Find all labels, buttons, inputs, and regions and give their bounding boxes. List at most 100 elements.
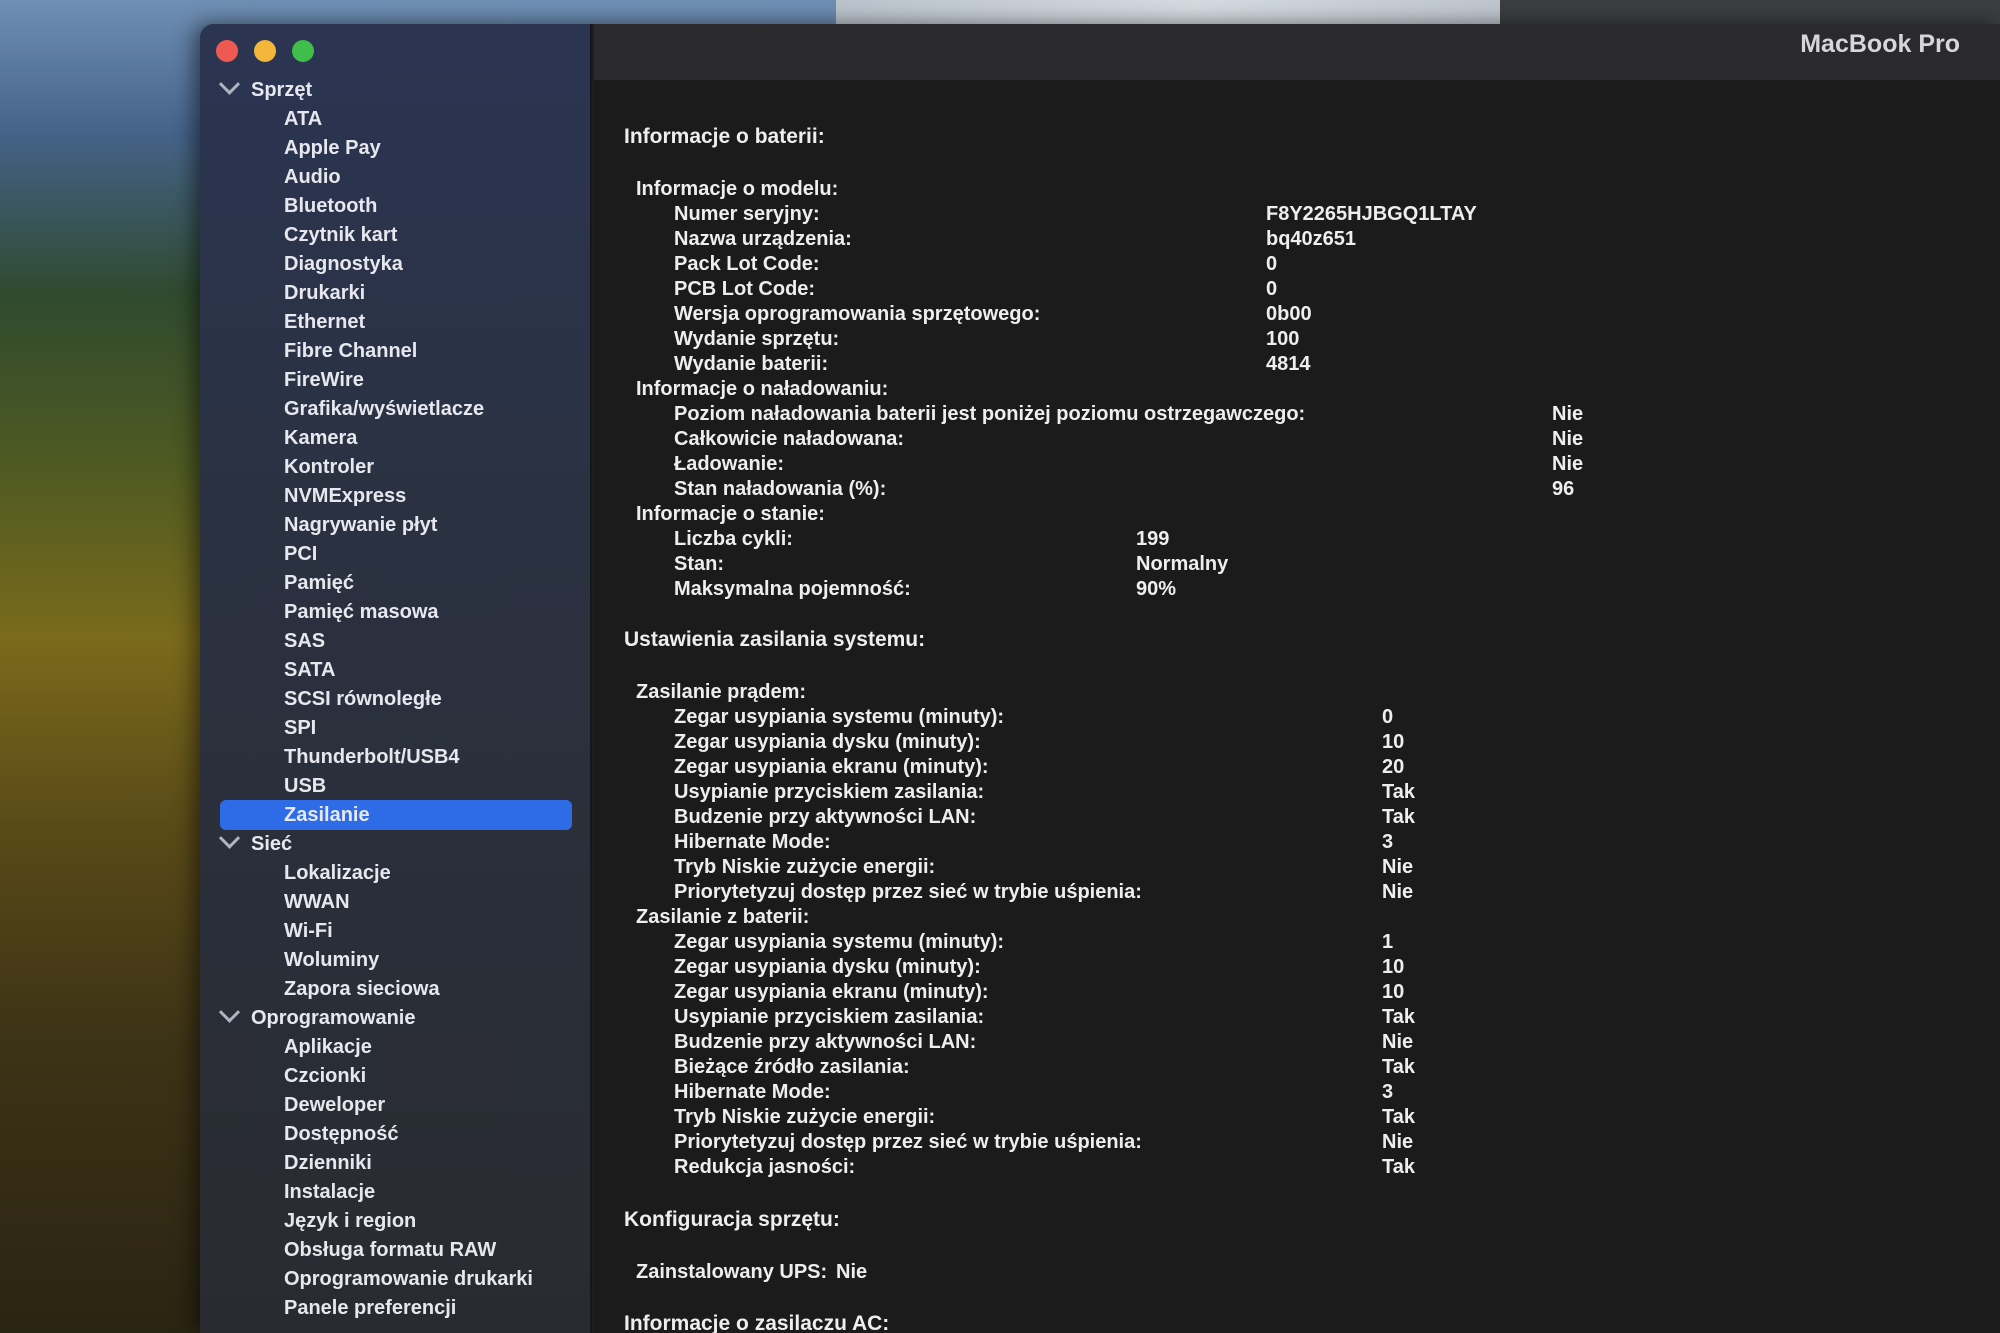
info-key: Całkowicie naładowana: (674, 428, 905, 450)
chevron-down-icon[interactable] (218, 1001, 241, 1023)
sidebar-item[interactable]: Deweloper (284, 1091, 385, 1119)
sidebar-item[interactable]: SPI (284, 714, 316, 742)
sidebar-item[interactable]: Kamera (284, 424, 357, 452)
close-window-button[interactable] (216, 40, 238, 62)
info-value: 0 (1266, 253, 1278, 275)
subsection-label: Informacje o modelu: (636, 178, 839, 200)
info-value: 0 (1382, 706, 1394, 728)
info-value: 20 (1382, 756, 1405, 778)
sidebar-item[interactable]: Dzienniki (284, 1149, 372, 1177)
sidebar-item[interactable]: Oprogramowanie drukarki (284, 1265, 533, 1293)
sidebar-item[interactable]: Lokalizacje (284, 859, 391, 887)
sidebar-item[interactable]: SATA (284, 656, 335, 684)
info-value: 10 (1382, 956, 1405, 978)
info-value: 199 (1136, 528, 1170, 550)
info-value: Normalny (1136, 553, 1229, 575)
info-value: 4814 (1266, 353, 1311, 375)
sidebar-item[interactable]: Drukarki (284, 279, 365, 307)
info-value: F8Y2265HJBGQ1LTAY (1266, 203, 1477, 225)
sidebar-group-0[interactable]: Sprzęt (218, 73, 312, 104)
info-value: 1 (1382, 931, 1394, 953)
sidebar-item[interactable]: Panele preferencji (284, 1294, 456, 1322)
sidebar-item[interactable]: Thunderbolt/USB4 (284, 743, 460, 771)
sidebar-item[interactable]: Kontroler (284, 453, 374, 481)
info-value: 10 (1382, 981, 1405, 1003)
sidebar-item[interactable]: ATA (284, 105, 322, 133)
sidebar-group-1[interactable]: Sieć (218, 827, 293, 858)
sidebar-item[interactable]: Aplikacje (284, 1033, 372, 1061)
info-key: Hibernate Mode: (674, 831, 831, 853)
info-key: Maksymalna pojemność: (674, 578, 911, 600)
info-key: Tryb Niskie zużycie energii: (674, 856, 936, 878)
sidebar-item[interactable]: Dostępność (284, 1120, 398, 1148)
sidebar-item[interactable]: Instalacje (284, 1178, 375, 1206)
sidebar-item[interactable]: WWAN (284, 888, 350, 916)
info-key: Zegar usypiania systemu (minuty): (674, 706, 1005, 728)
sidebar-item[interactable]: Diagnostyka (284, 250, 403, 278)
window-title: MacBook Pro (1800, 30, 1960, 58)
info-value: 0b00 (1266, 303, 1312, 325)
info-key: Priorytetyzuj dostęp przez sieć w trybie… (674, 881, 1142, 903)
sidebar-item[interactable]: PCI (284, 540, 317, 568)
sidebar-item[interactable]: Audio (284, 163, 341, 191)
sidebar-item[interactable]: Grafika/wyświetlacze (284, 395, 484, 423)
info-value: Tak (1382, 1106, 1415, 1128)
info-value: Nie (836, 1261, 868, 1283)
info-key: Stan naładowania (%): (674, 478, 887, 500)
info-key: Numer seryjny: (674, 203, 820, 225)
sidebar-item[interactable]: Zasilanie (284, 801, 370, 829)
info-key: PCB Lot Code: (674, 278, 816, 300)
info-key: Tryb Niskie zużycie energii: (674, 1106, 936, 1128)
sidebar-item[interactable]: FireWire (284, 366, 364, 394)
section-heading: Konfiguracja sprzętu: (624, 1208, 840, 1231)
subsection-label: Informacje o stanie: (636, 503, 825, 525)
info-value: Tak (1382, 781, 1415, 803)
minimize-window-button[interactable] (254, 40, 276, 62)
info-key: Redukcja jasności: (674, 1156, 856, 1178)
info-key: Usypianie przyciskiem zasilania: (674, 781, 985, 803)
info-key: Zegar usypiania dysku (minuty): (674, 956, 981, 978)
info-key: Zegar usypiania dysku (minuty): (674, 731, 981, 753)
info-value: Tak (1382, 1006, 1415, 1028)
chevron-down-icon[interactable] (218, 73, 241, 95)
sidebar-item[interactable]: Pamięć (284, 569, 354, 597)
info-value: Nie (1382, 1131, 1414, 1153)
subsection-label: Zasilanie z baterii: (636, 906, 810, 928)
sidebar-item[interactable]: Bluetooth (284, 192, 377, 220)
sidebar-item[interactable]: Obsługa formatu RAW (284, 1236, 496, 1264)
info-key: Liczba cykli: (674, 528, 793, 550)
sidebar: Sprzęt ATA Apple Pay Audio Bluetooth Czytnik … (200, 24, 592, 1333)
info-value: 100 (1266, 328, 1300, 350)
sidebar-item[interactable]: Język i region (284, 1207, 416, 1235)
info-value: Nie (1382, 856, 1414, 878)
info-value: Nie (1382, 881, 1414, 903)
info-key: Zegar usypiania systemu (minuty): (674, 931, 1005, 953)
sidebar-item[interactable]: Pamięć masowa (284, 598, 439, 626)
sidebar-item[interactable]: SCSI równoległe (284, 685, 442, 713)
sidebar-item[interactable]: Apple Pay (284, 134, 381, 162)
info-key: Budzenie przy aktywności LAN: (674, 1031, 977, 1053)
sidebar-item[interactable]: Czcionki (284, 1062, 366, 1090)
info-key: Pack Lot Code: (674, 253, 820, 275)
info-value: 10 (1382, 731, 1405, 753)
system-information-window: Sprzęt ATA Apple Pay Audio Bluetooth Czytnik … (200, 24, 2000, 1333)
sidebar-group-2[interactable]: Oprogramowanie (218, 1001, 415, 1032)
sidebar-item[interactable]: NVMExpress (284, 482, 406, 510)
sidebar-item[interactable]: SAS (284, 627, 325, 655)
info-key: Bieżące źródło zasilania: (674, 1056, 910, 1078)
sidebar-item[interactable]: Woluminy (284, 946, 379, 974)
info-value: 0 (1266, 278, 1278, 300)
sidebar-item[interactable]: Nagrywanie płyt (284, 511, 437, 539)
sidebar-item[interactable]: Zapora sieciowa (284, 975, 440, 1003)
sidebar-item[interactable]: Ethernet (284, 308, 365, 336)
sidebar-group-label: Sieć (251, 833, 293, 855)
sidebar-item[interactable]: Czytnik kart (284, 221, 397, 249)
sidebar-item[interactable]: Fibre Channel (284, 337, 417, 365)
sidebar-item[interactable]: USB (284, 772, 326, 800)
zoom-window-button[interactable] (292, 40, 314, 62)
info-key: Stan: (674, 553, 724, 575)
sidebar-item[interactable]: Wi-Fi (284, 917, 333, 945)
info-value: Nie (1382, 1031, 1414, 1053)
info-key: Budzenie przy aktywności LAN: (674, 806, 977, 828)
chevron-down-icon[interactable] (218, 827, 241, 849)
